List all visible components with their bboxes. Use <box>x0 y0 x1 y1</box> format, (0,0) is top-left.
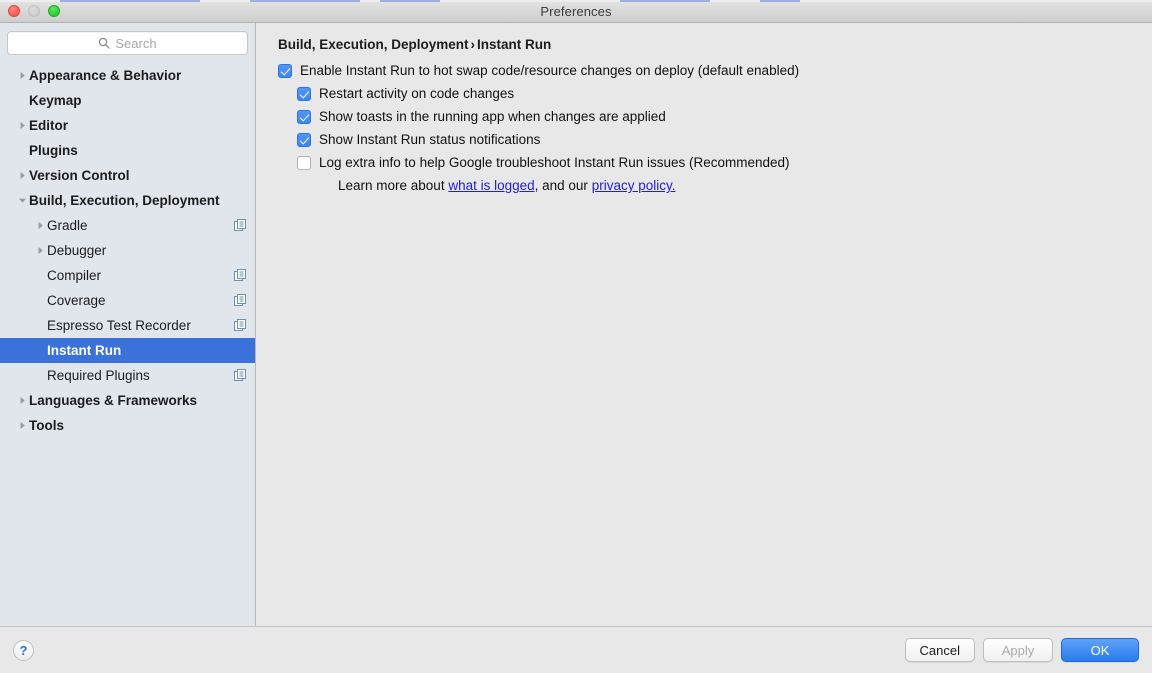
sidebar-item-label: Instant Run <box>47 342 122 358</box>
project-scope-icon <box>234 294 247 307</box>
chevron-right-icon[interactable] <box>34 246 47 255</box>
checkbox-checked[interactable] <box>278 64 292 78</box>
sidebar-item-compiler[interactable]: Compiler <box>0 263 255 288</box>
learn-more-row: Learn more about what is logged, and our… <box>304 178 1152 194</box>
chevron-right-icon[interactable] <box>16 171 29 180</box>
option-label: Enable Instant Run to hot swap code/reso… <box>300 63 800 78</box>
window-title: Preferences <box>540 3 612 19</box>
sidebar-item-label: Appearance & Behavior <box>29 67 182 83</box>
sidebar-item-plugins[interactable]: Plugins <box>0 138 255 163</box>
sidebar-item-required-plugins[interactable]: Required Plugins <box>0 363 255 388</box>
option-row[interactable]: Show Instant Run status notifications <box>285 132 1152 148</box>
sidebar-item-label: Gradle <box>47 217 88 233</box>
sidebar-item-label: Version Control <box>29 167 130 183</box>
option-row[interactable]: Show toasts in the running app when chan… <box>285 109 1152 125</box>
search-input[interactable]: Search <box>7 31 248 55</box>
checkbox-checked[interactable] <box>297 110 311 124</box>
sidebar-item-appearance-behavior[interactable]: Appearance & Behavior <box>0 63 255 88</box>
settings-detail-panel: Build, Execution, Deployment › Instant Run… <box>256 23 1152 626</box>
chevron-right-icon[interactable] <box>34 221 47 230</box>
dialog-button-bar: ? Cancel Apply OK <box>0 626 1152 673</box>
search-placeholder: Search <box>115 35 157 51</box>
chevron-right-icon[interactable] <box>16 396 29 405</box>
close-button[interactable] <box>8 5 20 17</box>
apply-button: Apply <box>983 638 1053 662</box>
settings-tree: Appearance & Behavior Keymap Editor Plugins… <box>0 61 255 626</box>
sidebar-item-version-control[interactable]: Version Control <box>0 163 255 188</box>
sidebar-item-languages-frameworks[interactable]: Languages & Frameworks <box>0 388 255 413</box>
sidebar-item-gradle[interactable]: Gradle <box>0 213 255 238</box>
background-window-sliver <box>0 0 1152 2</box>
breadcrumb-current: Instant Run <box>477 37 552 52</box>
chevron-right-icon[interactable] <box>16 71 29 80</box>
sidebar-item-label: Tools <box>29 417 64 433</box>
sidebar-item-debugger[interactable]: Debugger <box>0 238 255 263</box>
sidebar-item-instant-run[interactable]: Instant Run <box>0 338 255 363</box>
learn-more-text: Learn more about what is logged, and our… <box>338 178 675 194</box>
chevron-right-icon[interactable] <box>16 121 29 130</box>
sidebar-item-keymap[interactable]: Keymap <box>0 88 255 113</box>
project-scope-icon <box>234 219 247 232</box>
chevron-right-icon[interactable] <box>16 421 29 430</box>
window-body: Search Appearance & Behavior Keymap Editor… <box>0 23 1152 626</box>
sidebar-item-label: Espresso Test Recorder <box>47 317 191 333</box>
sidebar-item-label: Plugins <box>29 142 78 158</box>
preferences-window: Preferences Search Appearance & Behavior… <box>0 0 1152 673</box>
option-row[interactable]: Log extra info to help Google troublesho… <box>285 155 1152 171</box>
minimize-button[interactable] <box>28 5 40 17</box>
dialog-buttons: Cancel Apply OK <box>904 638 1139 662</box>
checkbox-checked[interactable] <box>297 133 311 147</box>
option-label: Show toasts in the running app when chan… <box>319 109 666 124</box>
option-row[interactable]: Restart activity on code changes <box>285 86 1152 102</box>
settings-sidebar: Search Appearance & Behavior Keymap Editor… <box>0 23 256 626</box>
help-button[interactable]: ? <box>13 639 34 661</box>
sidebar-item-label: Coverage <box>47 292 106 308</box>
sidebar-item-label: Keymap <box>29 92 82 108</box>
option-label: Log extra info to help Google troublesho… <box>319 155 790 170</box>
privacy-policy-link[interactable]: privacy policy. <box>592 178 676 193</box>
sidebar-item-editor[interactable]: Editor <box>0 113 255 138</box>
learn-more-prefix: Learn more about <box>338 178 449 193</box>
options-list: Enable Instant Run to hot swap code/reso… <box>266 63 1152 171</box>
checkbox-checked[interactable] <box>297 87 311 101</box>
cancel-button[interactable]: Cancel <box>904 638 975 662</box>
breadcrumb: Build, Execution, Deployment › Instant Run <box>278 37 1152 52</box>
project-scope-icon <box>234 369 247 382</box>
breadcrumb-parent: Build, Execution, Deployment <box>278 37 469 52</box>
sidebar-item-label: Compiler <box>47 267 102 283</box>
sidebar-item-build-execution-deployment[interactable]: Build, Execution, Deployment <box>0 188 255 213</box>
option-label: Show Instant Run status notifications <box>319 132 541 147</box>
sidebar-item-label: Build, Execution, Deployment <box>29 192 220 208</box>
window-controls <box>8 0 60 22</box>
sidebar-item-label: Languages & Frameworks <box>29 392 198 408</box>
sidebar-item-tools[interactable]: Tools <box>0 413 255 438</box>
sidebar-item-label: Debugger <box>47 242 107 258</box>
sidebar-item-coverage[interactable]: Coverage <box>0 288 255 313</box>
sidebar-item-espresso-test-recorder[interactable]: Espresso Test Recorder <box>0 313 255 338</box>
sidebar-item-label: Required Plugins <box>47 367 150 383</box>
sidebar-item-label: Editor <box>29 117 68 133</box>
search-icon <box>98 37 111 49</box>
option-label: Restart activity on code changes <box>319 86 515 101</box>
search-container: Search <box>0 23 255 61</box>
title-bar: Preferences <box>0 0 1152 23</box>
zoom-button[interactable] <box>48 5 60 17</box>
option-row[interactable]: Enable Instant Run to hot swap code/reso… <box>266 63 1152 79</box>
chevron-down-icon[interactable] <box>16 196 29 205</box>
project-scope-icon <box>234 319 247 332</box>
ok-button[interactable]: OK <box>1061 638 1139 662</box>
checkbox-unchecked[interactable] <box>297 156 311 170</box>
breadcrumb-separator: › <box>470 37 476 52</box>
what-is-logged-link[interactable]: what is logged <box>448 178 534 193</box>
project-scope-icon <box>234 269 247 282</box>
learn-more-middle: , and our <box>534 178 592 193</box>
